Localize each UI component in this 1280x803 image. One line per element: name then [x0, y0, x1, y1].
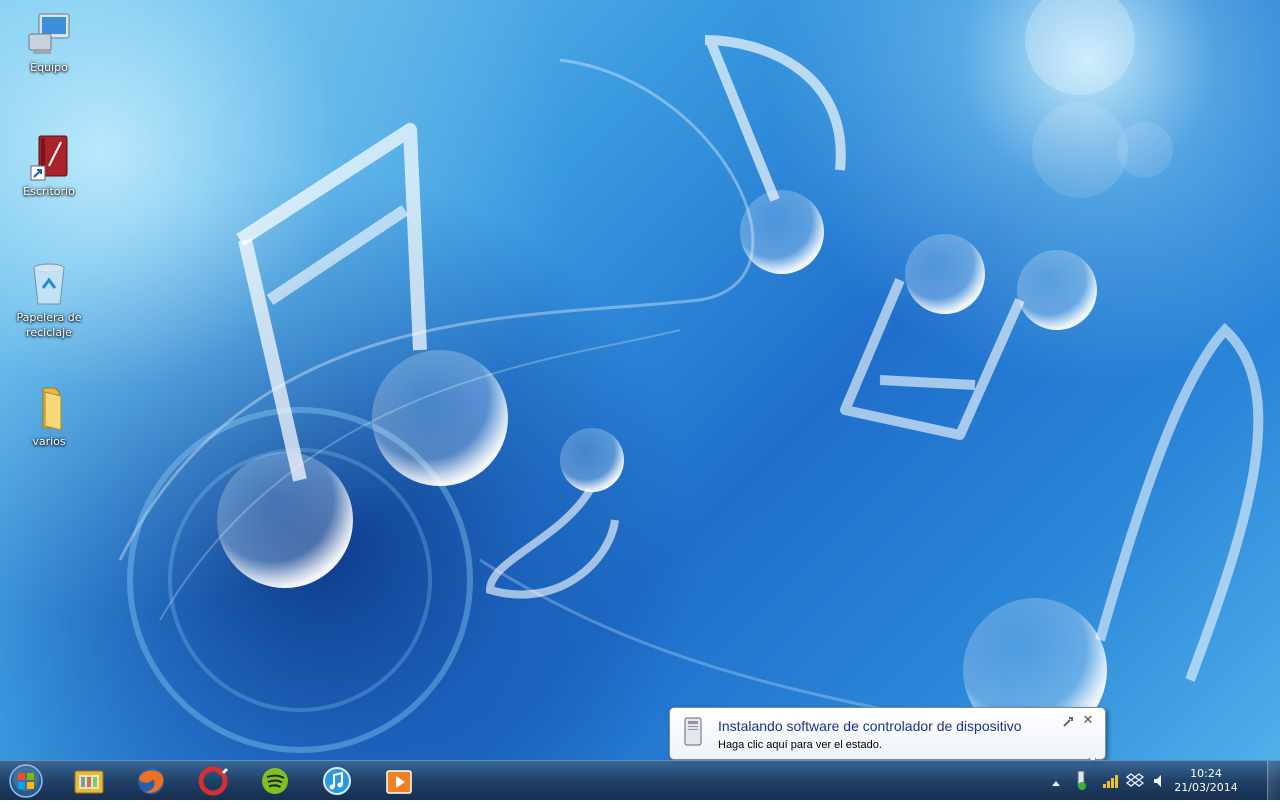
taskbar-spotify[interactable]	[248, 763, 302, 799]
folder-library-icon	[74, 770, 104, 794]
desktop[interactable]: Equipo Escritorio Papelera de reciclaje	[0, 0, 1280, 760]
clock[interactable]: 10:24 21/03/2014	[1166, 767, 1246, 795]
desktop-icon-label: Escritorio	[23, 185, 75, 198]
start-button[interactable]	[4, 763, 48, 799]
close-icon[interactable]: ✕	[1081, 714, 1095, 728]
itunes-icon	[323, 767, 351, 795]
notification-balloon[interactable]: Instalando software de controlador de di…	[669, 707, 1106, 760]
device-install-icon[interactable]	[1072, 770, 1090, 791]
clock-time: 10:24	[1190, 767, 1222, 780]
media-player-icon	[386, 770, 412, 794]
windows-orb-icon	[9, 764, 43, 798]
ccleaner-icon	[198, 766, 229, 796]
dropbox-icon[interactable]	[1125, 773, 1145, 789]
desktop-icon-label: varios	[32, 435, 66, 448]
firefox-icon	[138, 768, 164, 794]
taskbar: 10:24 21/03/2014	[0, 760, 1280, 801]
show-desktop-button[interactable]	[1267, 761, 1280, 801]
computer-icon	[25, 10, 73, 58]
network-signal-icon[interactable]	[1102, 773, 1120, 789]
desktop-icon-varios[interactable]: varios	[9, 384, 89, 449]
balloon-title: Instalando software de controlador de di…	[718, 718, 1022, 734]
desktop-icon-escritorio[interactable]: Escritorio	[9, 134, 89, 199]
device-driver-icon	[682, 717, 704, 747]
wallpaper-art	[118, 0, 1264, 760]
folder-icon	[25, 384, 73, 432]
desktop-icon-equipo[interactable]: Equipo	[9, 10, 89, 75]
taskbar-media-player[interactable]	[372, 763, 426, 799]
clock-date: 21/03/2014	[1174, 781, 1238, 794]
show-hidden-icons-arrow[interactable]	[1050, 775, 1062, 787]
spotify-icon	[262, 768, 288, 794]
desktop-icon-label: Equipo	[30, 61, 68, 74]
taskbar-ccleaner[interactable]	[186, 763, 240, 799]
desktop-icon-label: Papelera de reciclaje	[16, 311, 82, 339]
recycle-bin-icon	[25, 260, 73, 308]
balloon-body: Haga clic aquí para ver el estado.	[718, 739, 882, 751]
desktop-icon-papelera[interactable]: Papelera de reciclaje	[9, 260, 89, 340]
book-shortcut-icon	[25, 134, 73, 182]
taskbar-firefox[interactable]	[124, 763, 178, 799]
taskbar-windows-explorer[interactable]	[62, 763, 116, 799]
taskbar-itunes[interactable]	[310, 763, 364, 799]
wrench-icon[interactable]	[1061, 714, 1075, 728]
